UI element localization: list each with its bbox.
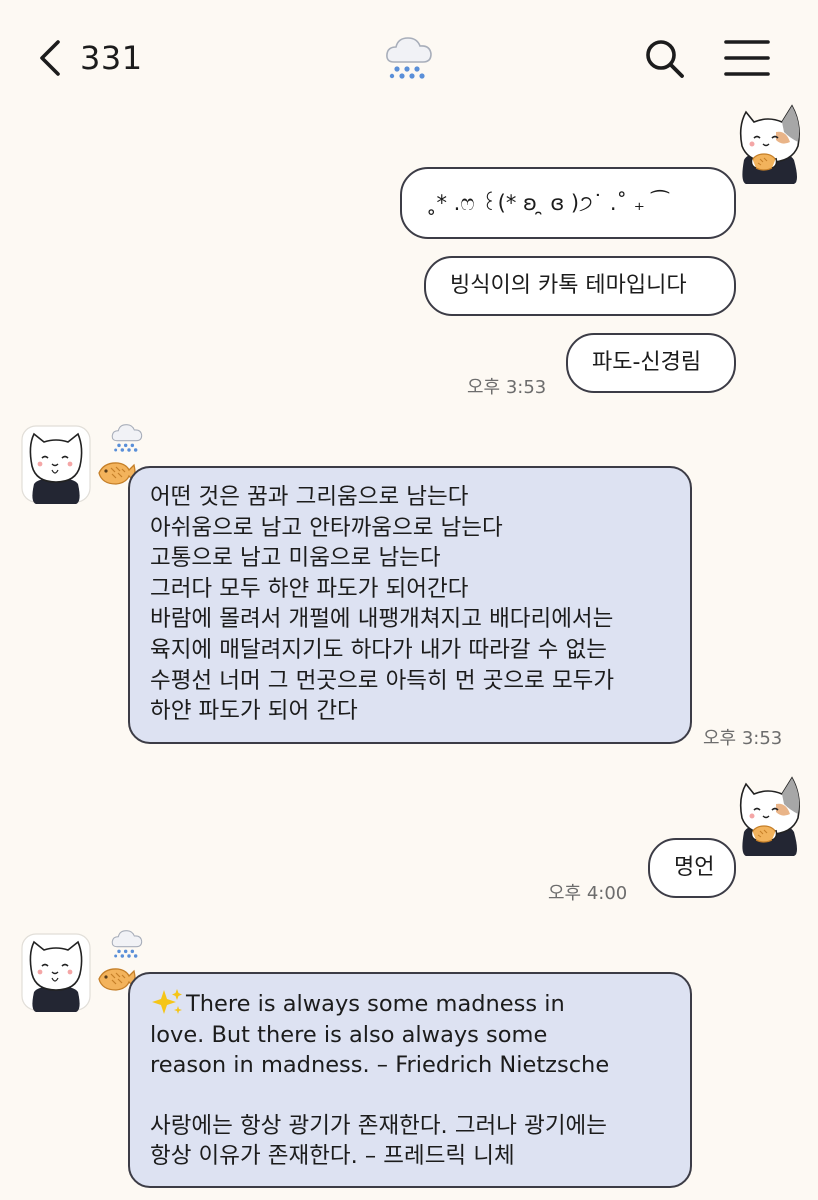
message-text: 명언: [674, 855, 715, 880]
poem-line: 그러다 모두 하얀 파도가 되어간다: [150, 575, 469, 602]
snow-cloud-icon: [384, 34, 434, 82]
quote-line: 사랑에는 항상 광기가 존재한다. 그러나 광기에는: [150, 1112, 607, 1139]
message-bubble-nietzsche[interactable]: There is always some madness in love. Bu…: [128, 972, 692, 1188]
message-text: 빙식이의 카톡 테마입니다: [450, 273, 687, 298]
snow-cloud-icon: [110, 928, 144, 960]
quote-line: 항상 이유가 존재한다. – 프레드릭 니체: [150, 1143, 515, 1170]
quote-line: reason in madness. – Friedrich Nietzsche: [150, 1052, 610, 1079]
message-text: ˳* .ෆ ꒰(* ʚ ̯ ɞ )੭˙ .˚ ₊ ⁀: [426, 191, 669, 215]
search-button[interactable]: [642, 36, 686, 80]
snow-cloud-icon: [110, 422, 144, 454]
room-member-count: 331: [80, 39, 143, 77]
poem-line: 바람에 몰려서 개펄에 내팽개쳐지고 배다리에서는: [150, 606, 614, 633]
menu-button[interactable]: [722, 36, 772, 80]
poem-line: 아쉬움으로 남고 안타까움으로 남는다: [150, 514, 503, 541]
message-bubble-emoticon[interactable]: ˳* .ෆ ꒰(* ʚ ̯ ɞ )੭˙ .˚ ₊ ⁀: [400, 167, 736, 239]
timestamp: 오후 3:53: [467, 377, 547, 398]
message-bubble-quote[interactable]: 명언: [648, 838, 736, 898]
white-cat-avatar[interactable]: [20, 932, 92, 1014]
back-button[interactable]: [28, 36, 72, 80]
search-icon: [646, 40, 684, 78]
calico-cat-avatar[interactable]: [732, 774, 804, 856]
message-bubble-poem[interactable]: 어떤 것은 꿈과 그리움으로 남는다 아쉬움으로 남고 안타까움으로 남는다 고…: [128, 466, 692, 744]
poem-line: 육지에 매달려지기도 하다가 내가 따라갈 수 없는: [150, 636, 607, 663]
poem-line: 어떤 것은 꿈과 그리움으로 남는다: [150, 484, 469, 510]
poem-line: 수평선 너머 그 먼곳으로 아득히 먼 곳으로 모두가: [150, 667, 615, 694]
message-text: 파도-신경림: [592, 350, 702, 375]
calico-cat-avatar[interactable]: [732, 102, 804, 184]
poem-line: 하얀 파도가 되어 간다: [150, 698, 358, 725]
quote-line: There is always some madness in: [150, 988, 670, 1020]
poem-line: 고통으로 남고 미움으로 남는다: [150, 545, 441, 572]
message-bubble-title[interactable]: 파도-신경림: [566, 333, 736, 393]
white-cat-avatar[interactable]: [20, 424, 92, 506]
message-bubble-theme[interactable]: 빙식이의 카톡 테마입니다: [424, 256, 736, 316]
chevron-left-icon: [40, 40, 60, 76]
sparkles-icon: [152, 989, 182, 1014]
quote-line-blank: [150, 1081, 670, 1111]
timestamp: 오후 3:53: [703, 728, 783, 749]
hamburger-menu-icon: [724, 40, 770, 76]
timestamp: 오후 4:00: [548, 883, 628, 904]
quote-line: love. But there is also always some: [150, 1021, 548, 1048]
